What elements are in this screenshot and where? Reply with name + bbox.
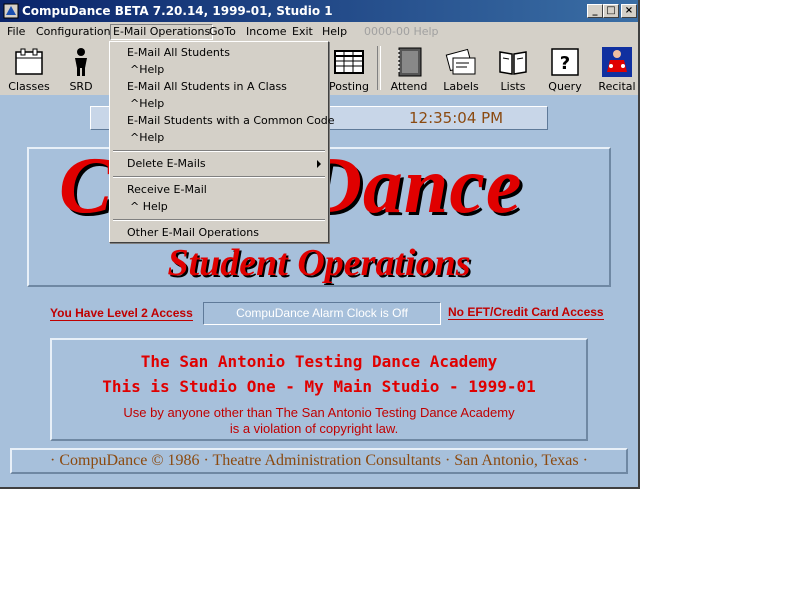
main-window: CompuDance BETA 7.20.14, 1999-01, Studio… xyxy=(0,0,640,489)
submenu-arrow-icon xyxy=(317,160,321,168)
studio-info-panel: The San Antonio Testing Dance Academy Th… xyxy=(50,338,588,441)
notebook-icon xyxy=(398,47,422,77)
classes-button[interactable]: Classes xyxy=(5,44,53,93)
envelope-icon xyxy=(445,48,476,75)
toolbar-separator xyxy=(377,46,381,90)
studio-description: This is Studio One - My Main Studio - 19… xyxy=(102,377,536,396)
recital-button[interactable]: Recital xyxy=(593,44,641,93)
copyright-notice-line1: Use by anyone other than The San Antonio… xyxy=(123,405,515,420)
footer-credits: · CompuDance © 1986 · Theatre Administra… xyxy=(10,448,628,474)
menu-email-operations[interactable]: E-Mail Operations xyxy=(110,24,214,40)
posting-label: Posting xyxy=(328,80,370,93)
query-button[interactable]: ? Query xyxy=(541,44,589,93)
menu-income[interactable]: Income xyxy=(246,25,286,39)
eft-access-link[interactable]: No EFT/Credit Card Access xyxy=(448,305,604,320)
svg-text:?: ? xyxy=(560,53,570,74)
minimize-button[interactable]: _ xyxy=(587,4,603,18)
menu-file[interactable]: File xyxy=(7,25,25,39)
email-operations-dropdown: E-Mail All Students ^Help E-Mail All Stu… xyxy=(109,41,335,243)
srd-label: SRD xyxy=(69,80,93,93)
grid-icon xyxy=(334,50,364,74)
book-icon xyxy=(499,51,527,75)
menu-other-email-operations[interactable]: Other E-Mail Operations xyxy=(127,226,259,240)
attend-button[interactable]: Attend xyxy=(385,44,433,93)
menu-goto[interactable]: GoTo xyxy=(209,25,236,39)
srd-button[interactable]: SRD xyxy=(57,44,105,93)
menu-email-all-help[interactable]: ^Help xyxy=(130,63,164,77)
menu-receive-email-help[interactable]: ^ Help xyxy=(130,200,168,214)
lists-button[interactable]: Lists xyxy=(489,44,537,93)
person-icon xyxy=(75,48,87,76)
menu-separator xyxy=(113,150,325,152)
menu-receive-email[interactable]: Receive E-Mail xyxy=(127,183,207,197)
dancer-icon xyxy=(602,47,632,77)
title-bar[interactable]: CompuDance BETA 7.20.14, 1999-01, Studio… xyxy=(0,0,638,22)
time-display: 12:35:04 PM xyxy=(409,109,504,127)
copyright-notice-line2: is a violation of copyright law. xyxy=(229,421,399,436)
classes-label: Classes xyxy=(8,80,50,93)
menu-email-common-code[interactable]: E-Mail Students with a Common Code xyxy=(127,114,335,128)
access-level-link[interactable]: You Have Level 2 Access xyxy=(50,306,193,321)
menu-exit[interactable]: Exit xyxy=(292,25,313,39)
app-icon xyxy=(3,3,19,19)
labels-button[interactable]: Labels xyxy=(437,44,485,93)
menu-separator xyxy=(113,176,325,178)
logo-subtitle: Student Operations xyxy=(167,242,471,284)
menu-bar: File Configuration E-Mail Operations GoT… xyxy=(0,23,638,41)
query-label: Query xyxy=(548,80,582,93)
maximize-button[interactable]: □ xyxy=(603,4,619,18)
attend-label: Attend xyxy=(390,80,428,93)
recital-label: Recital xyxy=(598,80,636,93)
alarm-clock-status[interactable]: CompuDance Alarm Clock is Off xyxy=(203,302,441,325)
menu-email-class-help[interactable]: ^Help xyxy=(130,97,164,111)
door-icon xyxy=(15,48,43,75)
lists-label: Lists xyxy=(500,80,526,93)
posting-button[interactable]: Posting xyxy=(325,44,373,93)
menu-email-class[interactable]: E-Mail All Students in A Class xyxy=(127,80,287,94)
question-icon: ? xyxy=(551,48,579,76)
close-button[interactable]: × xyxy=(621,4,637,18)
window-title: CompuDance BETA 7.20.14, 1999-01, Studio… xyxy=(22,4,333,18)
menu-configuration[interactable]: Configuration xyxy=(36,25,111,39)
menu-email-common-code-help[interactable]: ^Help xyxy=(130,131,164,145)
labels-label: Labels xyxy=(443,80,479,93)
menu-help[interactable]: Help xyxy=(322,25,347,39)
menu-separator xyxy=(113,219,325,221)
studio-name: The San Antonio Testing Dance Academy xyxy=(140,352,498,371)
menu-period-help[interactable]: 0000-00 Help xyxy=(364,25,439,39)
menu-delete-emails[interactable]: Delete E-Mails xyxy=(127,157,206,171)
menu-email-all-students[interactable]: E-Mail All Students xyxy=(127,46,230,60)
